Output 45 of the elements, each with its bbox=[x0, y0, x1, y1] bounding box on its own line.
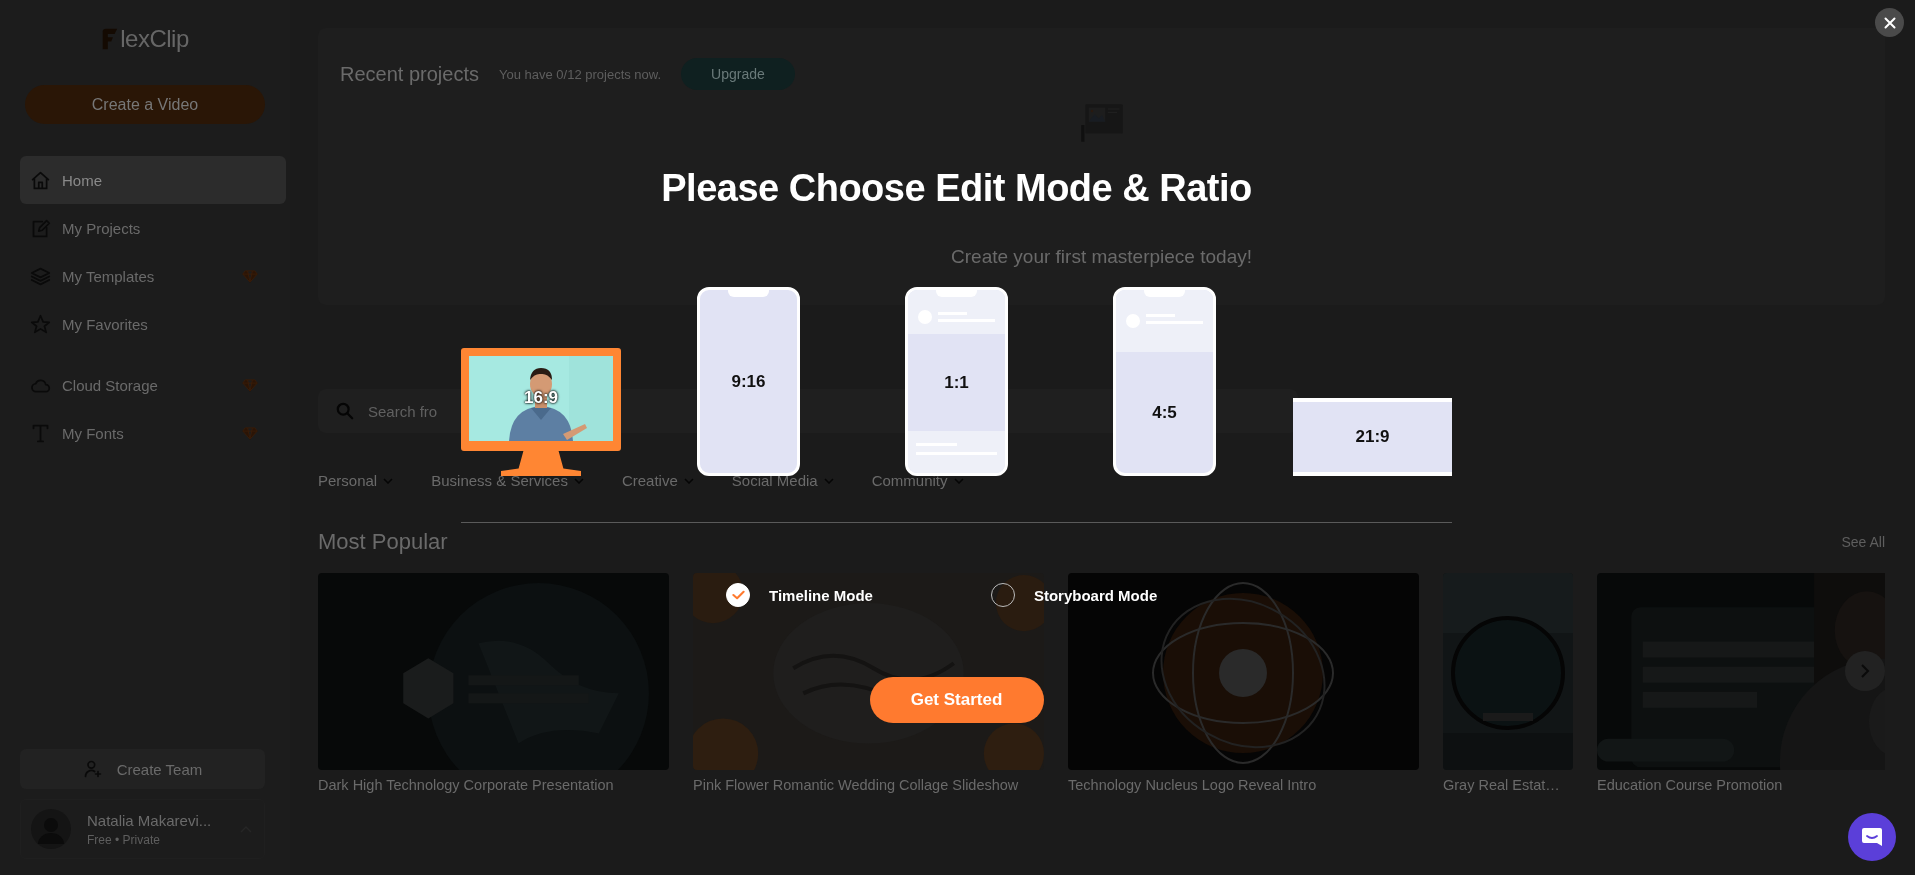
category-filter[interactable]: Creative bbox=[621, 472, 694, 489]
sidebar-item[interactable]: Cloud Storage bbox=[20, 361, 286, 409]
mode-label[interactable]: Storyboard Mode bbox=[1033, 586, 1158, 604]
create-team-button[interactable]: Create Team bbox=[20, 749, 265, 789]
ratio-option[interactable]: 21:9 bbox=[1293, 398, 1452, 476]
create-video-button[interactable]: Create a Video bbox=[25, 85, 265, 124]
sidebar-item[interactable]: My Templates bbox=[20, 252, 286, 300]
sidebar-item[interactable]: My Fonts bbox=[20, 409, 286, 457]
close-icon bbox=[1883, 16, 1896, 29]
section-title: Recent projects bbox=[340, 62, 479, 86]
category-filter[interactable]: Personal bbox=[318, 472, 394, 489]
mode-label[interactable]: Timeline Mode bbox=[769, 586, 873, 604]
section-title: Most Popular bbox=[318, 529, 448, 555]
sidebar-item[interactable]: Home bbox=[20, 156, 286, 204]
template-title[interactable]: Education Course Promotion bbox=[1597, 777, 1885, 793]
chevron-down-icon bbox=[953, 477, 964, 484]
user-plan: Free • Private bbox=[87, 832, 161, 847]
add-user-icon bbox=[82, 759, 103, 779]
ratio-option[interactable]: 4:5 bbox=[1113, 287, 1216, 476]
sidebar-item[interactable]: My Projects bbox=[20, 204, 286, 252]
home-icon bbox=[30, 169, 51, 191]
template-title[interactable]: Dark High Technology Corporate Presentation bbox=[318, 777, 669, 793]
dialog-title: Please Choose Edit Mode & Ratio bbox=[661, 166, 1252, 211]
upgrade-button[interactable]: Upgrade bbox=[681, 58, 795, 90]
close-button[interactable] bbox=[1875, 8, 1904, 37]
chat-icon bbox=[1860, 825, 1884, 849]
chevron-right-icon bbox=[1860, 663, 1870, 679]
template-title[interactable]: Pink Flower Romantic Wedding Collage Slideshow bbox=[693, 777, 1044, 793]
logo-icon bbox=[101, 27, 119, 51]
search-field[interactable]: Search fro bbox=[368, 402, 444, 420]
template-title[interactable]: Technology Nucleus Logo Reveal Intro bbox=[1068, 777, 1419, 793]
chevron-down-icon bbox=[573, 477, 584, 484]
ratio-option[interactable]: 1:1 bbox=[905, 287, 1008, 476]
template-title[interactable]: Gray Real Estat… bbox=[1443, 777, 1573, 793]
empty-message: Create your first masterpiece today! bbox=[950, 246, 1253, 268]
see-all-link[interactable]: See All bbox=[1841, 534, 1885, 550]
quota-text: You have 0/12 projects now. bbox=[498, 66, 662, 82]
get-started-button[interactable]: Get Started bbox=[869, 677, 1044, 723]
search-icon bbox=[336, 402, 354, 420]
check-icon bbox=[731, 590, 745, 600]
ratio-option[interactable]: 9:16 bbox=[697, 287, 800, 476]
chat-button[interactable] bbox=[1848, 813, 1896, 861]
logo-text: lexClip bbox=[120, 25, 189, 53]
sidebar-item[interactable]: My Favorites bbox=[20, 300, 286, 348]
user-name: Natalia Makarevi... bbox=[87, 811, 213, 829]
